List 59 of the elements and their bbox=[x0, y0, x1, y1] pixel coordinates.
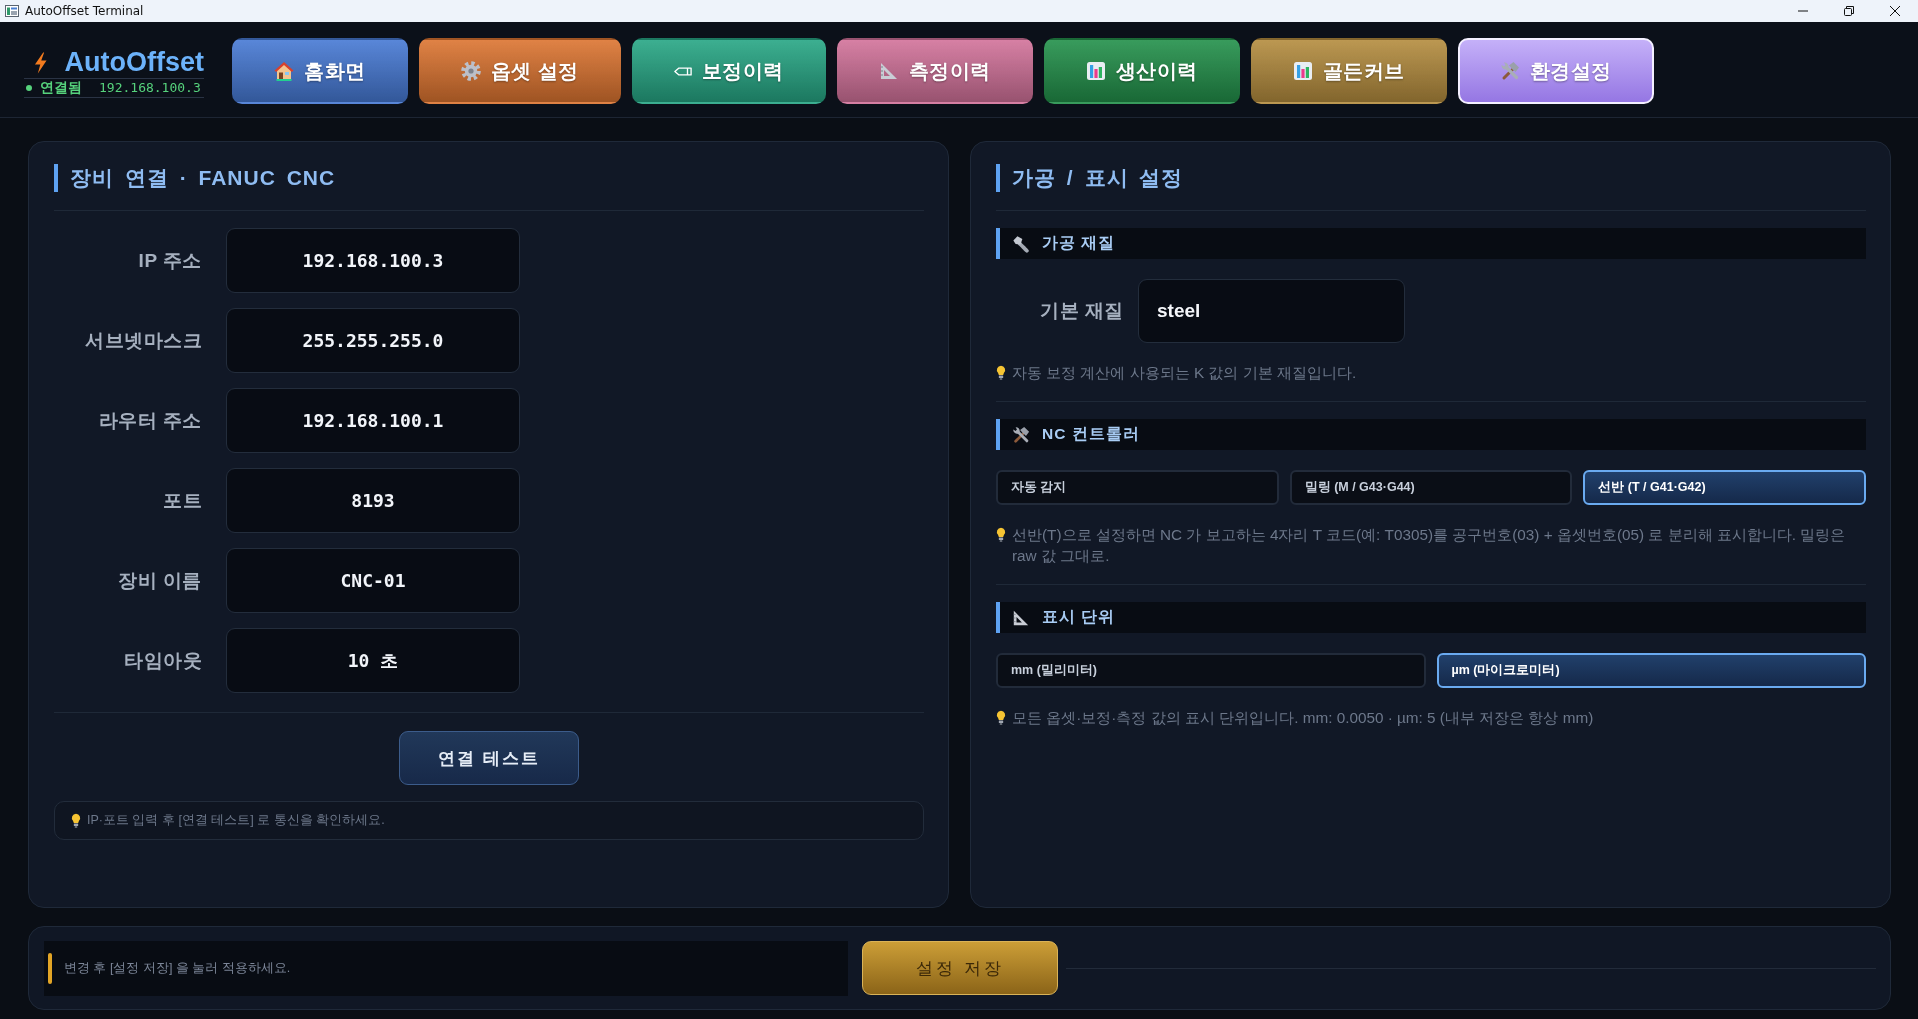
lightbulb-icon bbox=[996, 527, 1006, 542]
option-button[interactable]: 밀링 (M / G43·G44) bbox=[1289, 470, 1573, 505]
nav-tab[interactable]: 홈화면 bbox=[232, 38, 408, 104]
save-button[interactable]: 설정 저장 bbox=[862, 941, 1058, 995]
hint-text: IP·포트 입력 후 [연결 테스트] 로 통신을 확인하세요. bbox=[87, 812, 385, 829]
field-label: 장비 이름 bbox=[117, 568, 202, 593]
panel-title: 가공 / 표시 설정 bbox=[996, 164, 1184, 192]
house-icon bbox=[274, 61, 294, 81]
field-label: 기본 재질 bbox=[1039, 299, 1124, 323]
text-field[interactable]: CNC-01 bbox=[226, 548, 520, 613]
text-field[interactable]: 192.168.100.3 bbox=[226, 228, 520, 293]
section-title: 가공 재질 bbox=[1042, 233, 1116, 253]
section-title: NC 컨트롤러 bbox=[1042, 424, 1140, 444]
hammer-wrench-icon bbox=[1012, 425, 1030, 444]
nav-tab[interactable]: 골든커브 bbox=[1250, 38, 1447, 104]
text-field[interactable]: 8193 bbox=[226, 468, 520, 533]
section-title: 표시 단위 bbox=[1042, 607, 1116, 627]
option-button[interactable]: mm (밀리미터) bbox=[996, 653, 1426, 688]
nav-tab[interactable]: 측정이력 bbox=[836, 38, 1033, 104]
pencil-icon bbox=[673, 66, 692, 76]
panel-title: 장비 연결 · FANUC CNC bbox=[54, 164, 336, 192]
option-button[interactable]: 자동 감지 bbox=[996, 470, 1279, 505]
lightbulb-icon bbox=[996, 365, 1006, 380]
bar-chart-icon bbox=[1292, 61, 1313, 81]
lightning-icon bbox=[34, 51, 48, 74]
bolt-icon bbox=[1012, 234, 1030, 253]
field-label: 라우터 주소 bbox=[97, 408, 202, 433]
option-button[interactable]: µm (마이크로미터) bbox=[1436, 653, 1866, 688]
field-label: 포트 bbox=[162, 488, 202, 513]
app-icon bbox=[5, 5, 19, 17]
lightbulb-icon bbox=[996, 710, 1006, 725]
text-field[interactable]: 10 초 bbox=[226, 628, 520, 693]
field-label: IP 주소 bbox=[137, 248, 202, 273]
nav-tab[interactable]: 생산이력 bbox=[1043, 38, 1240, 104]
close-icon[interactable] bbox=[1890, 6, 1900, 16]
status-message: 변경 후 [설정 저장] 을 눌러 적용하세요. bbox=[44, 940, 848, 996]
option-button[interactable]: 선반 (T / G41·G42) bbox=[1583, 470, 1866, 505]
text-field[interactable]: 192.168.100.1 bbox=[226, 388, 520, 453]
connection-status: 연결됨 bbox=[40, 78, 82, 97]
nav-tab[interactable]: 옵셋 설정 bbox=[418, 38, 621, 104]
text-field[interactable]: steel bbox=[1138, 279, 1405, 343]
bar-chart-icon bbox=[1085, 61, 1106, 81]
connection-test-button[interactable]: 연결 테스트 bbox=[399, 731, 579, 785]
lightbulb-icon bbox=[71, 813, 81, 828]
logo-text: AutoOffset bbox=[64, 47, 204, 78]
restore-icon[interactable] bbox=[1844, 6, 1854, 16]
hint-text: 자동 보정 계산에 사용되는 K 값의 기본 재질입니다. bbox=[1012, 363, 1357, 383]
field-label: 서브넷마스크 bbox=[84, 328, 202, 353]
field-label: 타임아웃 bbox=[123, 648, 202, 673]
hint-text: 선반(T)으로 설정하면 NC 가 보고하는 4자리 T 코드(예: T0305)를 공구번호(03) + 옵셋번호(05) 로 분리해 표시합니다. 밀링은 raw 값 그대로. bbox=[1012, 525, 1847, 566]
hint-text: 모든 옵셋·보정·측정 값의 표시 단위입니다. mm: 0.0050 · µm: 5 (내부 저장은 항상 mm) bbox=[1012, 708, 1594, 728]
nav-tab[interactable]: 보정이력 bbox=[631, 38, 826, 104]
triangle-ruler-icon bbox=[1012, 608, 1030, 627]
window-title: AutoOffset Terminal bbox=[25, 4, 144, 18]
hammer-wrench-icon bbox=[1499, 61, 1520, 81]
ip-address: 192.168.100.3 bbox=[99, 80, 201, 95]
gear-icon bbox=[460, 61, 481, 81]
text-field[interactable]: 255.255.255.0 bbox=[226, 308, 520, 373]
triangle-ruler-icon bbox=[878, 61, 899, 81]
